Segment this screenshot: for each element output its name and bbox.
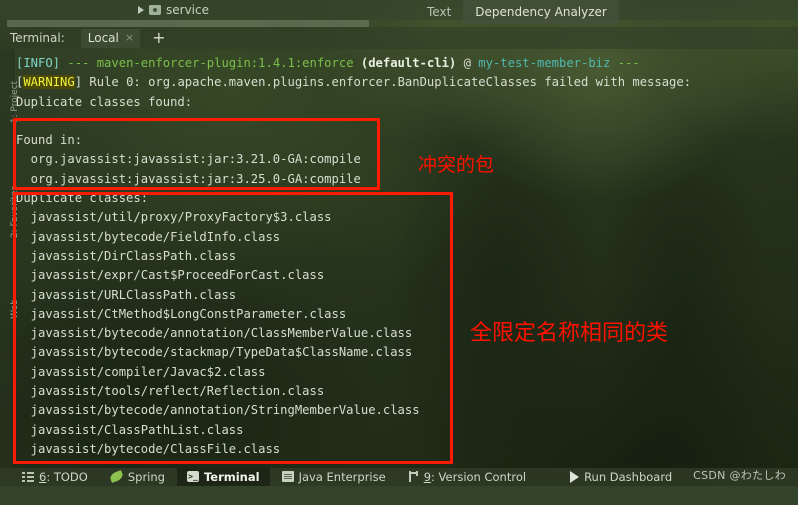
ide-window: service Text Dependency Analyzer Termina… — [0, 0, 798, 505]
terminal-tab-label: Local — [87, 30, 119, 45]
status-item-java-enterprise[interactable]: Java Enterprise — [272, 468, 396, 487]
status-item-run-dashboard-label: Run Dashboard — [584, 469, 673, 484]
terminal-text-segment: javassist/expr/Cast$ProceedForCast.class — [16, 268, 325, 283]
add-terminal-tab-icon[interactable]: + — [152, 30, 165, 46]
status-item-spring-label: Spring — [127, 469, 165, 484]
terminal-text-segment: javassist/bytecode/ClassFile.class — [16, 441, 281, 456]
watermark: CSDN @わたしわ — [693, 469, 786, 482]
terminal-text-segment: --- — [610, 56, 640, 70]
line-cls-9: javassist/compiler/Javac$2.class — [13, 363, 798, 382]
line-cls-6: javassist/CtMethod$LongConstParameter.cl… — [13, 305, 798, 324]
status-item-vcs-num: 9 — [423, 469, 432, 484]
status-bar: 6: TODO Spring >_ Terminal Java Enterpri… — [0, 467, 798, 487]
terminal-text-segment: javassist/bytecode/annotation/StringMemb… — [16, 403, 420, 418]
terminal-text-segment: javassist/compiler/Javac$2.class — [16, 364, 266, 379]
status-item-todo[interactable]: 6: TODO — [12, 468, 98, 487]
line-found-in: Found in: — [13, 131, 798, 150]
status-item-spring[interactable]: Spring — [100, 468, 175, 487]
line-cls-11: javassist/bytecode/annotation/StringMemb… — [13, 401, 798, 420]
status-item-vcs-label: : Version Control — [431, 469, 527, 484]
line-cls-2: javassist/bytecode/FieldInfo.class — [13, 228, 798, 247]
line-cls-13: javassist/bytecode/ClassFile.class — [13, 440, 798, 459]
status-item-java-enterprise-label: Java Enterprise — [298, 469, 386, 484]
terminal-text-segment: javassist/bytecode/FieldInfo.class — [16, 229, 281, 244]
line-cls-5: javassist/URLClassPath.class — [13, 286, 798, 305]
editor-tab-strip: Text Dependency Analyzer — [415, 0, 619, 24]
terminal-toolwindow-header: Terminal: Local × + — [0, 27, 798, 49]
line-cls-12: javassist/ClassPathList.class — [13, 421, 798, 440]
terminal-text-segment: (default-cli) — [360, 56, 457, 70]
terminal-text-segment: ] Rule 0: org.apache.maven.plugins.enfor… — [74, 75, 692, 90]
line-jar-325: org.javassist:javassist:jar:3.25.0-GA:co… — [13, 170, 798, 189]
annotation-conflicting-packages: 冲突的包 — [418, 154, 495, 176]
close-icon[interactable]: × — [125, 31, 134, 44]
terminal-tab-local[interactable]: Local × — [80, 28, 141, 48]
java-enterprise-icon — [281, 471, 294, 482]
terminal-title: Terminal: — [10, 31, 65, 45]
line-info: [INFO] --- maven-enforcer-plugin:1.4.1:e… — [13, 54, 798, 73]
terminal-text-segment: --- maven-enforcer-plugin:1.4.1:enforce — [67, 56, 361, 70]
status-item-todo-label: : TODO — [46, 469, 88, 484]
status-item-terminal-label: Terminal — [203, 469, 260, 484]
status-item-terminal[interactable]: >_ Terminal — [176, 467, 270, 487]
terminal-text-segment: javassist/util/proxy/ProxyFactory$3.clas… — [16, 210, 332, 225]
bottom-chrome-strip — [0, 486, 798, 505]
line-cls-3: javassist/DirClassPath.class — [13, 247, 798, 266]
tab-dependency-analyzer[interactable]: Dependency Analyzer — [463, 0, 619, 24]
line-dupfound: Duplicate classes found: — [13, 93, 798, 112]
terminal-text-segment: javassist/bytecode/stackmap/TypeData$Cla… — [16, 345, 413, 360]
status-item-version-control[interactable]: 9: Version Control — [398, 468, 536, 487]
terminal-text-segment: javassist/CtMethod$LongConstParameter.cl… — [16, 306, 347, 321]
terminal-text-segment: [INFO] — [16, 56, 68, 70]
tab-text[interactable]: Text — [415, 0, 463, 24]
terminal-text-segment: org.javassist:javassist:jar:3.21.0-GA:co… — [16, 152, 361, 167]
run-icon — [570, 470, 580, 483]
version-control-icon — [407, 471, 419, 482]
line-jar-321: org.javassist:javassist:jar:3.21.0-GA:co… — [13, 150, 798, 169]
terminal-text-segment: WARNING — [23, 75, 75, 90]
package-icon — [149, 5, 161, 15]
terminal-output[interactable]: [INFO] --- maven-enforcer-plugin:1.4.1:e… — [13, 49, 798, 468]
terminal-icon: >_ — [186, 471, 199, 482]
status-item-run-dashboard[interactable]: Run Dashboard — [560, 468, 682, 487]
terminal-text-segment: @ — [456, 56, 479, 70]
horizontal-scrollbar[interactable] — [7, 20, 369, 27]
triangle-right-icon[interactable] — [138, 6, 144, 14]
line-cls-10: javassist/tools/reflect/Reflection.class — [13, 382, 798, 401]
terminal-text-segment: org.javassist:javassist:jar:3.25.0-GA:co… — [16, 171, 361, 186]
left-toolwindow-stripe: 1: Project 2: Favorites Web — [0, 49, 20, 468]
line-dupclasses: Duplicate classes: — [13, 189, 798, 208]
todo-icon — [22, 471, 34, 482]
terminal-text-segment: javassist/bytecode/annotation/ClassMembe… — [16, 326, 413, 341]
terminal-text-segment: javassist/tools/reflect/Reflection.class — [16, 384, 325, 399]
spring-leaf-icon — [108, 470, 124, 483]
terminal-text-segment: javassist/ClassPathList.class — [16, 422, 244, 437]
breadcrumb[interactable]: service — [138, 3, 209, 17]
line-warning: [WARNING] Rule 0: org.apache.maven.plugi… — [13, 73, 798, 92]
line-cls-4: javassist/expr/Cast$ProceedForCast.class — [13, 266, 798, 285]
annotation-same-fqcn-classes: 全限定名称相同的类 — [470, 321, 669, 346]
line-cls-1: javassist/util/proxy/ProxyFactory$3.clas… — [13, 208, 798, 227]
terminal-text-segment: Duplicate classes: — [16, 191, 149, 206]
line-cls-8: javassist/bytecode/stackmap/TypeData$Cla… — [13, 343, 798, 362]
terminal-text-segment: my-test-member-biz — [478, 56, 611, 70]
terminal-text-segment: javassist/DirClassPath.class — [16, 248, 237, 263]
breadcrumb-bar: service — [0, 0, 798, 20]
line-cls-7: javassist/bytecode/annotation/ClassMembe… — [13, 324, 798, 343]
terminal-text-segment: Found in: — [16, 133, 83, 148]
terminal-text-segment: javassist/URLClassPath.class — [16, 287, 237, 302]
terminal-text-segment: Duplicate classes found: — [16, 94, 193, 109]
line-blank-1 — [13, 112, 798, 131]
breadcrumb-label: service — [166, 3, 209, 17]
